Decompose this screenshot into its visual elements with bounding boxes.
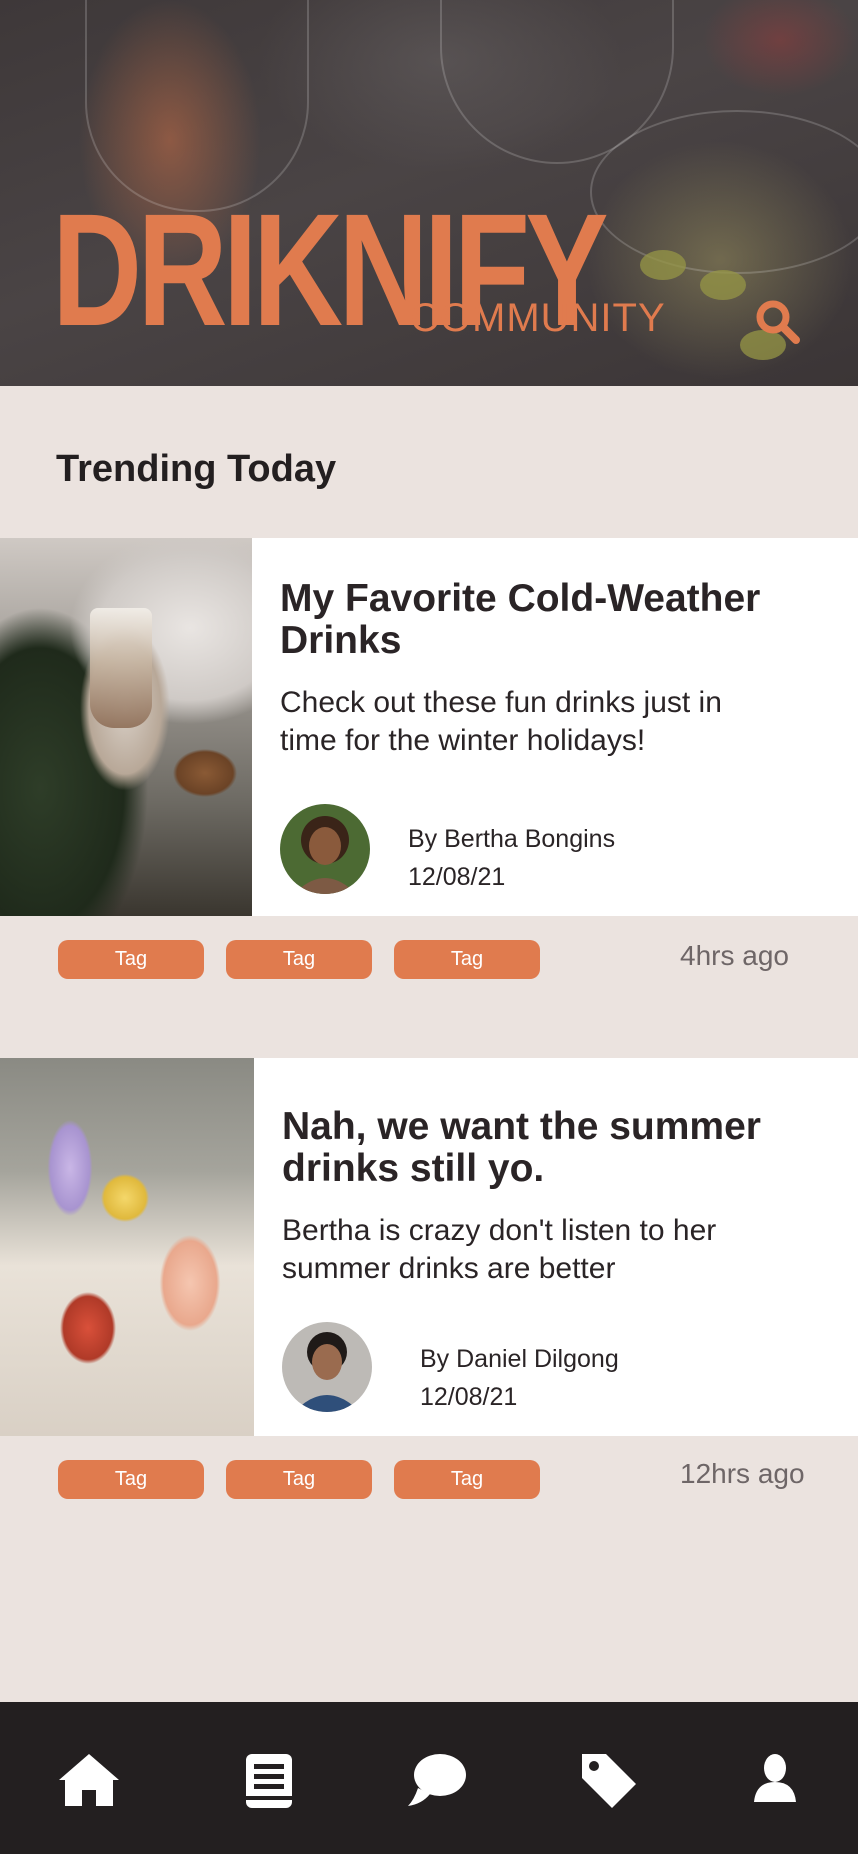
- post-image: [0, 538, 252, 916]
- home-icon: [59, 1754, 119, 1806]
- avatar-image: [282, 1322, 372, 1412]
- tag-chip[interactable]: Tag: [226, 940, 372, 979]
- post-author: By Daniel Dilgong: [420, 1345, 619, 1373]
- search-icon: [756, 300, 800, 344]
- avatar[interactable]: [280, 804, 370, 894]
- post-content: My Favorite Cold-Weather Drinks Check ou…: [252, 538, 858, 916]
- logo-subtitle: COMMUNITY: [410, 296, 666, 340]
- post-date: 12/08/21: [408, 863, 506, 891]
- tag-list: Tag Tag Tag: [58, 1460, 540, 1499]
- chat-icon: [408, 1754, 466, 1806]
- tag-icon: [582, 1754, 636, 1808]
- post-time-ago: 12hrs ago: [680, 1458, 805, 1489]
- olive-decoration: [640, 250, 686, 280]
- header-banner: DRIKNIFY COMMUNITY: [0, 0, 858, 386]
- post-date: 12/08/21: [420, 1383, 518, 1411]
- post-image: [0, 1058, 254, 1436]
- post-description: Bertha is crazy don't listen to her summ…: [282, 1214, 717, 1285]
- tag-list: Tag Tag Tag: [58, 940, 540, 979]
- book-icon: [246, 1754, 292, 1808]
- nav-profile[interactable]: [742, 1750, 808, 1810]
- nav-chat[interactable]: [404, 1750, 470, 1810]
- nav-home[interactable]: [56, 1750, 122, 1810]
- search-button[interactable]: [752, 296, 802, 346]
- avatar[interactable]: [282, 1322, 372, 1412]
- post-author: By Bertha Bongins: [408, 825, 616, 853]
- post-title[interactable]: My Favorite Cold-Weather Drinks: [280, 578, 800, 662]
- tag-chip[interactable]: Tag: [394, 940, 540, 979]
- nav-tags[interactable]: [576, 1750, 642, 1810]
- profile-icon: [754, 1754, 796, 1802]
- post-time-ago: 4hrs ago: [680, 940, 789, 971]
- tag-chip[interactable]: Tag: [394, 1460, 540, 1499]
- nav-book[interactable]: [236, 1750, 302, 1810]
- olive-decoration: [700, 270, 746, 300]
- section-title: Trending Today: [56, 448, 337, 490]
- post-description: Check out these fun drinks just in time …: [280, 686, 722, 757]
- post-card-body[interactable]: Nah, we want the summer drinks still yo.…: [0, 1058, 858, 1436]
- bottom-nav: [0, 1702, 858, 1854]
- post-title[interactable]: Nah, we want the summer drinks still yo.: [282, 1106, 802, 1190]
- post-card-body[interactable]: My Favorite Cold-Weather Drinks Check ou…: [0, 538, 858, 916]
- tag-chip[interactable]: Tag: [226, 1460, 372, 1499]
- glass-decoration: [590, 110, 858, 274]
- post-content: Nah, we want the summer drinks still yo.…: [254, 1058, 858, 1436]
- tag-chip[interactable]: Tag: [58, 1460, 204, 1499]
- avatar-image: [280, 804, 370, 894]
- tag-chip[interactable]: Tag: [58, 940, 204, 979]
